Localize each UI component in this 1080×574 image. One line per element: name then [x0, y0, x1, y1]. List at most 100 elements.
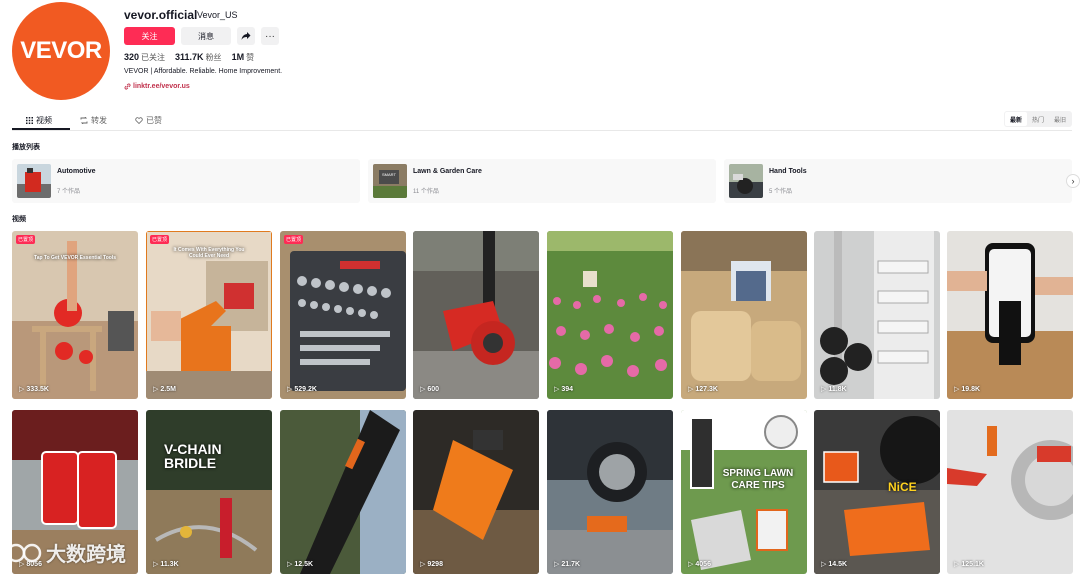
likes-stat: 1M 赞: [232, 52, 255, 63]
video-thumbnail: [814, 231, 940, 399]
play-icon: ▷: [688, 561, 694, 568]
view-count: ▷ 14.5K: [821, 560, 847, 569]
videos-heading: 视频: [12, 216, 26, 223]
following-count: 320: [124, 52, 140, 62]
svg-text:SMART: SMART: [382, 172, 396, 177]
video-card[interactable]: ▷ 9298: [413, 410, 539, 574]
share-button[interactable]: [237, 27, 255, 45]
follow-button[interactable]: 关注: [124, 27, 175, 45]
video-thumbnail: [681, 231, 807, 399]
view-count: ▷ 11.8K: [821, 385, 847, 394]
video-thumbnail: [547, 410, 673, 574]
playlist-card-lawn-garden[interactable]: SMART Lawn & Garden Care 11 个作品: [368, 159, 716, 203]
view-count-value: 11.8K: [828, 385, 847, 393]
video-card[interactable]: NiCE ▷ 14.5K: [814, 410, 940, 574]
play-icon: ▷: [153, 386, 159, 393]
video-card[interactable]: ▷ 12.5K: [280, 410, 406, 574]
avatar-logo-text: VEVOR: [20, 37, 102, 64]
playlist-card-automotive[interactable]: Automotive 7 个作品: [12, 159, 360, 203]
video-card[interactable]: ▷ 11.8K: [814, 231, 940, 399]
pinned-badge: 已置顶: [284, 235, 304, 244]
video-card[interactable]: 已置顶 Tap To Get VEVOR Essential Tools ▷ 33…: [12, 231, 138, 399]
profile-stats: 320 已关注 311.7K 粉丝 1M 赞: [124, 52, 254, 63]
video-card[interactable]: SPRING LAWN CARE TIPS ▷ 4056: [681, 410, 807, 574]
likes-count: 1M: [231, 52, 245, 62]
view-count: ▷ 21.7K: [554, 560, 581, 569]
playlist-count: 7 个作品: [57, 189, 81, 195]
play-icon: ▷: [554, 386, 560, 393]
view-count-value: 333.5K: [26, 385, 49, 393]
video-caption: Tap To Get VEVOR Essential Tools: [34, 255, 116, 261]
playlist-thumbnail: SMART: [373, 164, 407, 198]
play-icon: ▷: [954, 561, 960, 568]
share-icon: [241, 32, 251, 40]
pinned-badge: 已置顶: [16, 235, 36, 244]
profile-link[interactable]: linktr.ee/vevor.us: [124, 83, 190, 90]
video-thumbnail: [947, 231, 1073, 399]
likes-label: 赞: [246, 53, 255, 62]
view-count-value: 21.7K: [561, 560, 581, 568]
view-count: ▷ 127.3K: [688, 385, 718, 394]
view-count-value: 529.2K: [294, 385, 317, 393]
username: vevor.official: [124, 8, 198, 22]
video-card[interactable]: ▷ 600: [413, 231, 539, 399]
video-card[interactable]: 已置顶 It Comes With Everything You Could E…: [146, 231, 272, 399]
playlist-title: Automotive: [57, 168, 96, 175]
playlist-count: 5 个作品: [769, 189, 793, 195]
play-icon: ▷: [153, 561, 159, 568]
playlist-thumbnail: [729, 164, 763, 198]
play-icon: ▷: [688, 386, 694, 393]
tab-reposts[interactable]: 转发: [66, 112, 121, 128]
avatar[interactable]: VEVOR: [12, 2, 110, 100]
sort-latest[interactable]: 最新: [1005, 112, 1027, 126]
link-icon: [124, 83, 131, 90]
video-thumbnail: [280, 231, 406, 399]
view-count-value: 600: [427, 385, 440, 393]
tab-liked[interactable]: 已赞: [121, 112, 176, 128]
video-caption: SPRING LAWN CARE TIPS: [722, 468, 794, 491]
video-card[interactable]: V-CHAIN BRIDLE ▷ 11.3K: [146, 410, 272, 574]
video-thumbnail: [413, 231, 539, 399]
video-card[interactable]: ▷ 21.7K: [547, 410, 673, 574]
video-card[interactable]: ▷ 394: [547, 231, 673, 399]
view-count-value: 4056: [695, 560, 711, 568]
following-stat[interactable]: 320 已关注: [124, 52, 165, 63]
video-card[interactable]: ▷ 125.1K: [947, 410, 1073, 574]
view-count-value: 19.8K: [961, 385, 981, 393]
following-label: 已关注: [141, 53, 166, 62]
tab-videos[interactable]: 视频: [12, 112, 66, 128]
sort-toggle: 最新 热门 最旧: [1004, 111, 1072, 127]
grid-icon: [26, 116, 33, 124]
followers-stat[interactable]: 311.7K 粉丝: [175, 52, 222, 63]
nickname: Vevor_US: [197, 10, 238, 20]
playlist-count: 11 个作品: [413, 189, 439, 195]
view-count: ▷ 394: [554, 385, 573, 394]
view-count-value: 11.3K: [160, 560, 179, 568]
message-button[interactable]: 消息: [181, 27, 231, 45]
play-icon: ▷: [821, 386, 827, 393]
sort-oldest[interactable]: 最旧: [1049, 112, 1071, 126]
play-icon: ▷: [954, 386, 960, 393]
video-card[interactable]: ▷ 127.3K: [681, 231, 807, 399]
video-caption: V-CHAIN BRIDLE: [164, 441, 222, 471]
video-card[interactable]: ▷ 19.8K: [947, 231, 1073, 399]
view-count: ▷ 19.8K: [954, 385, 981, 394]
view-count: ▷ 4056: [688, 560, 711, 569]
view-count-value: 2.5M: [160, 385, 176, 393]
video-thumbnail: [547, 231, 673, 399]
sort-popular[interactable]: 热门: [1027, 112, 1049, 126]
view-count: ▷ 9298: [420, 560, 443, 569]
playlist-card-hand-tools[interactable]: Hand Tools 5 个作品: [724, 159, 1072, 203]
video-thumbnail: [413, 410, 539, 574]
followers-count: 311.7K: [175, 52, 204, 62]
video-thumbnail: [681, 410, 807, 574]
view-count-value: 12.5K: [294, 560, 314, 568]
watermark: 大数跨境: [6, 538, 126, 567]
more-options-button[interactable]: ···: [261, 27, 279, 45]
video-card[interactable]: 已置顶 ▷ 529.2K: [280, 231, 406, 399]
repost-icon: [80, 116, 88, 124]
play-icon: ▷: [420, 561, 426, 568]
followers-label: 粉丝: [205, 53, 222, 62]
profile-link-text: linktr.ee/vevor.us: [133, 83, 190, 90]
playlists-next-button[interactable]: ›: [1066, 174, 1080, 188]
